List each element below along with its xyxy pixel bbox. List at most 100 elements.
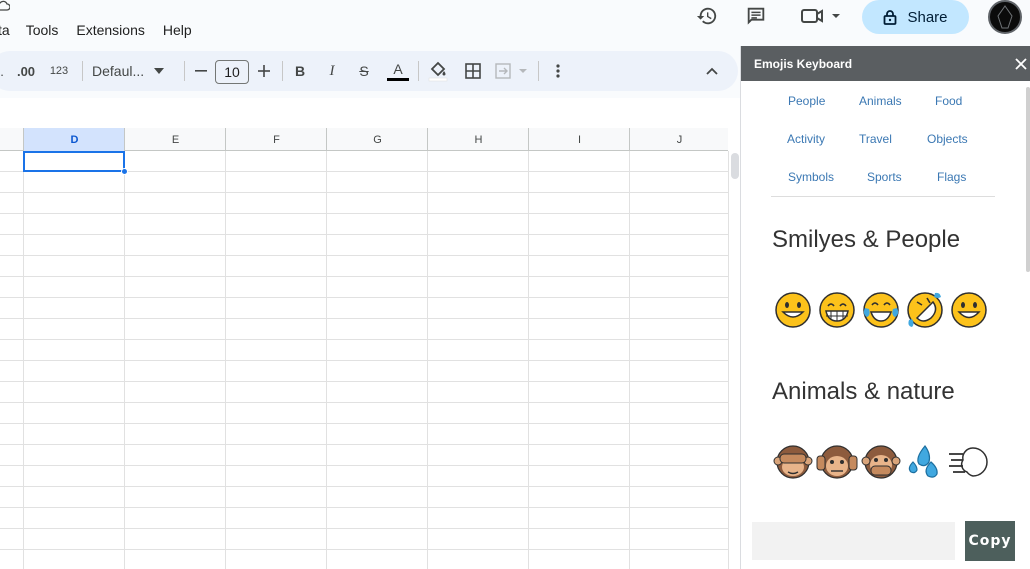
grid-column-line	[528, 151, 529, 569]
copy-button[interactable]: Copy	[965, 521, 1015, 561]
lock-icon	[884, 10, 897, 25]
grid-row-line	[0, 192, 728, 193]
column-header-g[interactable]: G	[326, 128, 428, 151]
grid-column-line	[124, 151, 125, 569]
cloud-status-icon[interactable]	[0, 0, 10, 12]
toolbar-divider	[418, 61, 419, 81]
merge-cells-icon	[495, 63, 527, 79]
version-history-icon[interactable]	[695, 4, 719, 28]
meet-icon[interactable]	[798, 4, 842, 28]
increase-font-size-button[interactable]	[255, 51, 273, 91]
spreadsheet-grid: D E F G H I J	[0, 98, 740, 569]
decrease-font-size-button[interactable]	[192, 51, 210, 91]
toolbar-divider	[82, 61, 83, 81]
rolling-laughing-emoji[interactable]	[903, 288, 947, 332]
chevron-down-icon	[154, 68, 165, 74]
grid-row-line	[0, 549, 728, 550]
decrease-decimal-button[interactable]: .	[0, 51, 8, 91]
grid-column-line	[728, 151, 729, 569]
grid-row-line	[0, 276, 728, 277]
category-animals[interactable]: Animals	[859, 94, 902, 108]
grid-scrollbar-thumb[interactable]	[731, 153, 739, 179]
toolbar-divider	[538, 61, 539, 81]
tears-of-joy-emoji[interactable]	[859, 288, 903, 332]
grid-column-line	[629, 151, 630, 569]
italic-button[interactable]: I	[322, 51, 342, 91]
see-no-evil-monkey-emoji[interactable]	[771, 440, 815, 484]
fill-color-button[interactable]	[426, 51, 450, 91]
borders-button[interactable]	[462, 51, 484, 91]
menu-bar: ta Tools Extensions Help	[0, 0, 740, 46]
grid-row-line	[0, 444, 728, 445]
dashing-away-emoji[interactable]	[947, 440, 991, 484]
increase-decimal-button[interactable]: .00	[14, 51, 38, 91]
share-label: Share	[907, 8, 948, 26]
share-button[interactable]: Share	[862, 0, 969, 34]
more-options-icon[interactable]	[550, 51, 566, 91]
hear-no-evil-monkey-emoji[interactable]	[815, 440, 859, 484]
bold-button[interactable]: B	[290, 51, 310, 91]
grid-row-line	[0, 360, 728, 361]
toolbar-divider	[282, 61, 283, 81]
strikethrough-button[interactable]: S	[354, 51, 374, 91]
menu-item-help[interactable]: Help	[163, 22, 192, 38]
section-title-animals: Animals & nature	[772, 378, 955, 405]
category-food[interactable]: Food	[935, 94, 962, 108]
font-size-input[interactable]: 10	[215, 60, 249, 84]
category-symbols[interactable]: Symbols	[788, 170, 834, 184]
collapse-toolbar-icon[interactable]	[702, 51, 722, 91]
borders-icon	[465, 63, 481, 79]
panel-title: Emojis Keyboard	[754, 56, 853, 71]
grid-row-line	[0, 402, 728, 403]
grid-row-line	[0, 507, 728, 508]
toolbar-divider	[184, 61, 185, 81]
grid-column-line	[225, 151, 226, 569]
more-formats-button[interactable]: 123	[46, 51, 72, 91]
panel-scrollbar[interactable]	[1025, 81, 1030, 569]
spreadsheet-app: ta Tools Extensions Help Share . .00	[0, 0, 1030, 569]
grid-row-line	[0, 234, 728, 235]
cell-grid[interactable]	[0, 151, 729, 569]
avatar[interactable]	[988, 0, 1022, 34]
emoji-row-smileys	[771, 288, 991, 332]
menu-item-extensions[interactable]: Extensions	[76, 22, 144, 38]
column-header-h[interactable]: H	[427, 128, 529, 151]
category-people[interactable]: People	[788, 94, 825, 108]
grid-row-line	[0, 318, 728, 319]
grid-scrollbar[interactable]	[730, 151, 740, 569]
category-sports[interactable]: Sports	[867, 170, 902, 184]
active-cell[interactable]	[23, 151, 125, 172]
grinning-face-emoji[interactable]	[771, 288, 815, 332]
category-divider	[771, 196, 995, 197]
speak-no-evil-monkey-emoji[interactable]	[859, 440, 903, 484]
column-header-f[interactable]: F	[225, 128, 327, 151]
copy-output-field[interactable]	[752, 522, 955, 560]
grid-row-line	[0, 297, 728, 298]
column-header-row: D E F G H I J	[0, 128, 728, 151]
category-activity[interactable]: Activity	[787, 132, 825, 146]
font-family-select[interactable]: Defaul...	[92, 51, 174, 91]
menu-item-data[interactable]: ta	[0, 22, 10, 38]
section-title-smileys: Smilyes & People	[772, 226, 961, 253]
header-actions: Share	[680, 0, 1030, 46]
sweat-droplets-emoji[interactable]	[903, 440, 947, 484]
merge-cells-button[interactable]	[494, 51, 530, 91]
fill-handle[interactable]	[121, 168, 128, 175]
text-color-button[interactable]: A	[386, 51, 410, 91]
category-objects[interactable]: Objects	[927, 132, 968, 146]
column-header-d[interactable]: D	[23, 128, 125, 151]
smiling-face-emoji[interactable]	[947, 288, 991, 332]
grid-row-line	[0, 339, 728, 340]
column-header-e[interactable]: E	[124, 128, 226, 151]
menu-item-tools[interactable]: Tools	[26, 22, 59, 38]
beaming-face-emoji[interactable]	[815, 288, 859, 332]
panel-scrollbar-thumb[interactable]	[1026, 87, 1030, 272]
category-flags[interactable]: Flags	[937, 170, 966, 184]
grid-row-line	[0, 486, 728, 487]
column-header-i[interactable]: I	[528, 128, 630, 151]
close-icon[interactable]	[1011, 54, 1030, 74]
category-travel[interactable]: Travel	[859, 132, 892, 146]
column-header-j[interactable]: J	[629, 128, 729, 151]
paint-bucket-icon	[428, 61, 448, 82]
comments-icon[interactable]	[744, 4, 768, 28]
